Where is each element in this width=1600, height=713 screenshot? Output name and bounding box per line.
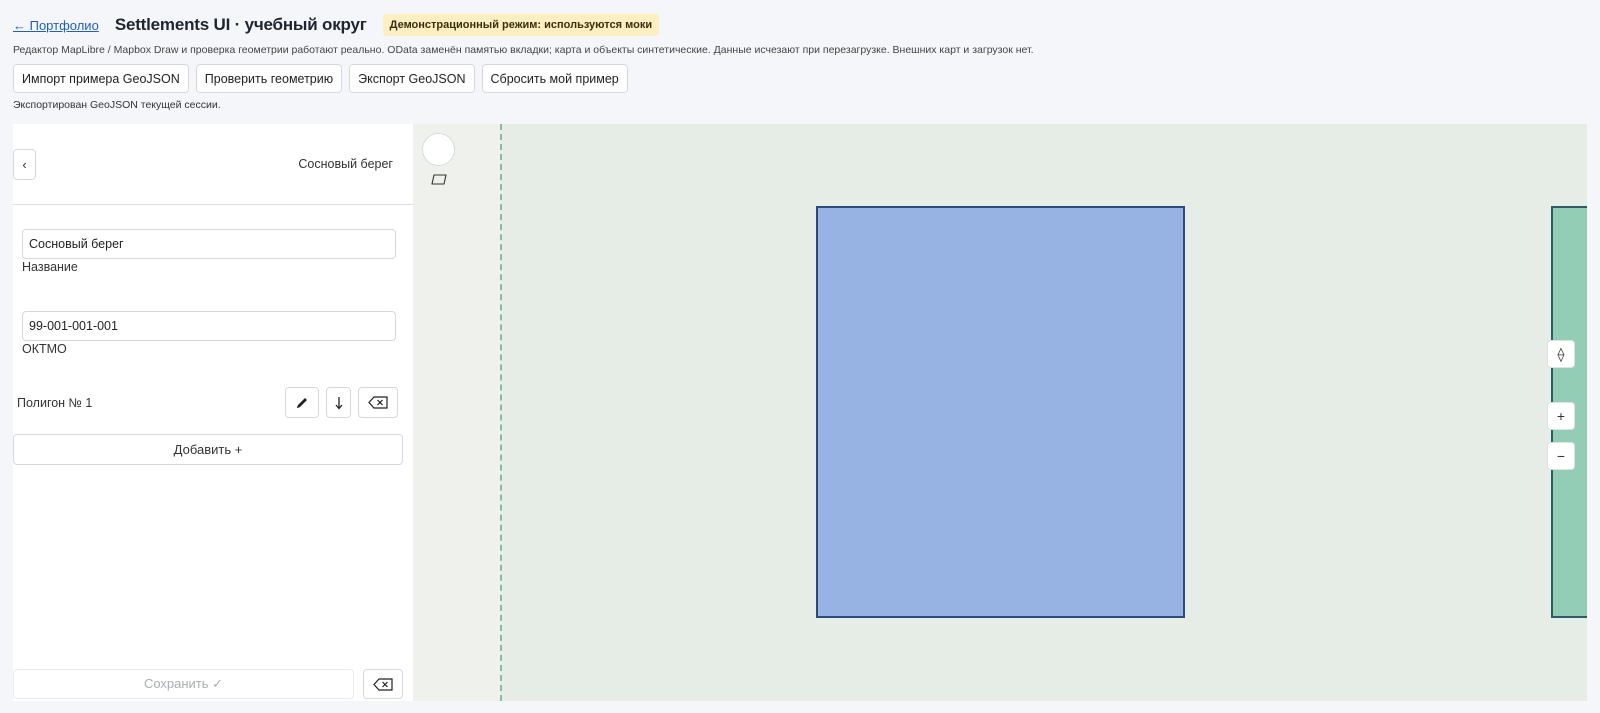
polygon-item-label: Полигон № 1 <box>17 396 93 410</box>
panel-back-button[interactable]: ‹ <box>13 149 36 180</box>
compass-button[interactable]: ⟠ <box>1547 340 1575 368</box>
edit-polygon-button[interactable] <box>285 387 319 418</box>
demo-mode-badge: Демонстрационный режим: используются мок… <box>382 14 660 36</box>
import-geojson-button[interactable]: Импорт примера GeoJSON <box>13 64 189 93</box>
panel-title: Сосновый берег <box>298 157 393 171</box>
pencil-icon <box>297 397 307 408</box>
zoom-in-button[interactable]: + <box>1547 402 1575 430</box>
map-canvas[interactable]: ⟠ + − <box>413 124 1587 701</box>
oktmo-field-label: ОКТМО <box>22 342 67 356</box>
toolbar: Импорт примера GeoJSON Проверить геометр… <box>13 64 628 93</box>
export-geojson-button[interactable]: Экспорт GeoJSON <box>349 64 475 93</box>
delete-polygon-button[interactable] <box>358 387 398 418</box>
zoom-out-button[interactable]: − <box>1547 442 1575 470</box>
validate-geometry-button[interactable]: Проверить геометрию <box>195 64 343 93</box>
panel-header: ‹ Сосновый берег <box>13 124 413 205</box>
page-description: Редактор MapLibre / Mapbox Draw и провер… <box>13 44 1034 56</box>
reset-example-button[interactable]: Сбросить мой пример <box>481 64 628 93</box>
circle-draw-icon[interactable] <box>422 133 455 166</box>
status-message: Экспортирован GeoJSON текущей сессии. <box>13 99 221 111</box>
save-button: Сохранить ✓ <box>13 669 354 699</box>
backspace-icon <box>368 396 388 409</box>
oktmo-field[interactable]: 99-001-001-001 <box>22 311 396 341</box>
selected-settlement-polygon[interactable] <box>816 206 1185 618</box>
polygon-draw-icon[interactable] <box>431 174 447 185</box>
boundary-line <box>500 124 502 701</box>
name-field[interactable]: Сосновый берег <box>22 229 396 259</box>
page-title: Settlements UI · учебный округ <box>114 15 367 34</box>
add-polygon-button[interactable]: Добавить + <box>13 434 403 465</box>
arrow-down-icon <box>335 396 342 409</box>
delete-settlement-button[interactable] <box>363 669 403 699</box>
settlement-editor-panel: ‹ Сосновый берег Сосновый берег Название… <box>13 124 413 701</box>
back-to-portfolio-link[interactable]: ← Портфолио <box>13 18 99 33</box>
backspace-icon <box>373 677 393 691</box>
move-polygon-down-button[interactable] <box>326 387 351 418</box>
name-field-label: Название <box>22 260 78 274</box>
header: ← Портфолио Settlements UI · учебный окр… <box>13 12 660 38</box>
map-boundary-strip <box>413 124 501 701</box>
